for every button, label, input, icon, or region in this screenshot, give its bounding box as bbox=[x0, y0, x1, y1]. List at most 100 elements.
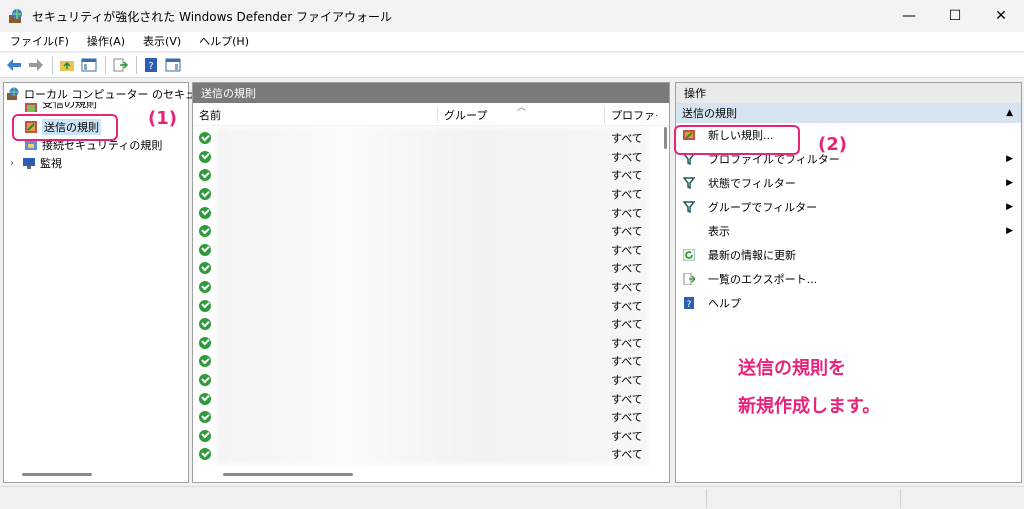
export-list-icon[interactable] bbox=[110, 55, 130, 75]
tree-item-monitor[interactable]: › 監視 bbox=[10, 154, 62, 172]
rule-profile: すべて bbox=[611, 336, 643, 350]
annotation-step-1: (1) bbox=[148, 108, 177, 129]
console-tree: ローカル コンピューター のセキュリティ 受信の規則 送信の規則 接続セキュリテ… bbox=[3, 82, 228, 483]
toolbar: ? bbox=[0, 53, 1024, 78]
action-item-label: 表示 bbox=[708, 225, 730, 238]
tree-item-label: 監視 bbox=[40, 157, 62, 170]
table-row[interactable]: すべて bbox=[193, 371, 663, 390]
submenu-arrow-icon: ▶ bbox=[1006, 154, 1013, 164]
column-header-profile[interactable]: プロファイ... bbox=[605, 104, 657, 126]
actions-section-header[interactable]: 送信の規則 ▲ bbox=[676, 103, 1021, 123]
column-header-name[interactable]: 名前 bbox=[193, 104, 437, 126]
action-item[interactable]: 一覧のエクスポート... bbox=[676, 268, 1021, 290]
table-row[interactable]: すべて bbox=[193, 148, 663, 167]
table-row[interactable]: すべて bbox=[193, 259, 663, 278]
rule-profile: すべて bbox=[611, 188, 643, 202]
enabled-check-icon bbox=[199, 448, 211, 461]
maximize-button[interactable]: ☐ bbox=[932, 0, 978, 32]
table-row[interactable]: すべて bbox=[193, 389, 663, 408]
rules-list-pane: 送信の規則 名前 グループ ︿ プロファイ... すべてすべてすべてすべてすべて… bbox=[192, 82, 670, 483]
action-item[interactable]: 最新の情報に更新 bbox=[676, 244, 1021, 266]
submenu-arrow-icon: ▶ bbox=[1006, 178, 1013, 188]
table-row[interactable]: すべて bbox=[193, 129, 663, 148]
minimize-button[interactable]: — bbox=[886, 0, 932, 32]
status-bar bbox=[0, 486, 1024, 509]
horizontal-scrollbar[interactable] bbox=[223, 473, 353, 476]
action-item[interactable]: 表示 ▶ bbox=[676, 220, 1021, 242]
show-hide-tree-icon[interactable] bbox=[79, 55, 99, 75]
firewall-icon bbox=[7, 87, 19, 100]
show-action-pane-icon[interactable] bbox=[163, 55, 183, 75]
table-row[interactable]: すべて bbox=[193, 408, 663, 427]
enabled-check-icon bbox=[199, 150, 211, 163]
table-row[interactable]: すべて bbox=[193, 241, 663, 260]
rule-profile: すべて bbox=[611, 355, 643, 369]
expand-chevron-icon[interactable]: › bbox=[10, 158, 22, 169]
table-row[interactable]: すべて bbox=[193, 222, 663, 241]
status-segment bbox=[706, 489, 707, 508]
action-item[interactable]: ? ヘルプ bbox=[676, 292, 1021, 314]
table-row[interactable]: すべて bbox=[193, 352, 663, 371]
back-arrow-icon[interactable] bbox=[4, 55, 24, 75]
action-item[interactable]: 状態でフィルター ▶ bbox=[676, 172, 1021, 194]
actions-section-label: 送信の規則 bbox=[682, 107, 737, 120]
rule-profile: すべて bbox=[611, 411, 643, 425]
horizontal-scrollbar[interactable] bbox=[22, 473, 92, 476]
table-row[interactable]: すべて bbox=[193, 445, 663, 464]
table-row[interactable]: すべて bbox=[193, 296, 663, 315]
table-row[interactable]: すべて bbox=[193, 315, 663, 334]
annotation-step-2: (2) bbox=[818, 134, 847, 155]
up-folder-icon[interactable] bbox=[57, 55, 77, 75]
vertical-scrollbar[interactable] bbox=[664, 127, 667, 149]
action-item-label: グループでフィルター bbox=[708, 201, 818, 214]
status-segment bbox=[900, 489, 901, 508]
rule-profile: すべて bbox=[611, 318, 643, 332]
enabled-check-icon bbox=[199, 336, 211, 349]
enabled-check-icon bbox=[199, 318, 211, 331]
enabled-check-icon bbox=[199, 132, 211, 145]
enabled-check-icon bbox=[199, 299, 211, 312]
table-row[interactable]: すべて bbox=[193, 185, 663, 204]
table-row[interactable]: すべて bbox=[193, 427, 663, 446]
table-row[interactable]: すべて bbox=[193, 166, 663, 185]
center-pane-title: 送信の規則 bbox=[193, 83, 669, 103]
inbound-rules-icon bbox=[25, 103, 37, 112]
table-row[interactable]: すべて bbox=[193, 278, 663, 297]
submenu-arrow-icon: ▶ bbox=[1006, 202, 1013, 212]
rule-profile: すべて bbox=[611, 392, 643, 406]
monitor-icon bbox=[23, 158, 35, 169]
menu-file[interactable]: ファイル(F) bbox=[0, 32, 77, 52]
tree-item-inbound[interactable]: 受信の規則 bbox=[24, 102, 97, 112]
enabled-check-icon bbox=[199, 429, 211, 442]
enabled-check-icon bbox=[199, 243, 211, 256]
enabled-check-icon bbox=[199, 392, 211, 405]
annotation-note-line-2: 新規作成します。 bbox=[738, 396, 881, 417]
forward-arrow-icon[interactable] bbox=[26, 55, 46, 75]
tree-item-label: 受信の規則 bbox=[42, 102, 97, 110]
refresh-icon bbox=[682, 248, 696, 262]
table-row[interactable]: すべて bbox=[193, 203, 663, 222]
rule-profile: すべて bbox=[611, 132, 643, 146]
table-row[interactable]: すべて bbox=[193, 334, 663, 353]
rule-profile: すべて bbox=[611, 374, 643, 388]
annotation-highlight-2 bbox=[674, 125, 800, 155]
title-bar: セキュリティが強化された Windows Defender ファイアウォール —… bbox=[0, 0, 1024, 32]
enabled-check-icon bbox=[199, 411, 211, 424]
annotation-highlight-1 bbox=[12, 114, 118, 141]
collapse-triangle-icon[interactable]: ▲ bbox=[1006, 108, 1013, 118]
submenu-arrow-icon: ▶ bbox=[1006, 226, 1013, 236]
enabled-check-icon bbox=[199, 355, 211, 368]
action-item-label: 一覧のエクスポート... bbox=[708, 273, 818, 286]
export-icon bbox=[682, 272, 696, 286]
rule-profile: すべて bbox=[611, 299, 643, 313]
toolbar-separator bbox=[52, 56, 53, 74]
enabled-check-icon bbox=[199, 188, 211, 201]
menu-help[interactable]: ヘルプ(H) bbox=[189, 32, 257, 52]
menu-view[interactable]: 表示(V) bbox=[133, 32, 189, 52]
column-headers: 名前 グループ ︿ プロファイ... bbox=[193, 103, 669, 126]
action-item-label: 状態でフィルター bbox=[708, 177, 796, 190]
menu-action[interactable]: 操作(A) bbox=[77, 32, 133, 52]
action-item[interactable]: グループでフィルター ▶ bbox=[676, 196, 1021, 218]
close-button[interactable]: ✕ bbox=[978, 0, 1024, 32]
help-icon[interactable]: ? bbox=[141, 55, 161, 75]
